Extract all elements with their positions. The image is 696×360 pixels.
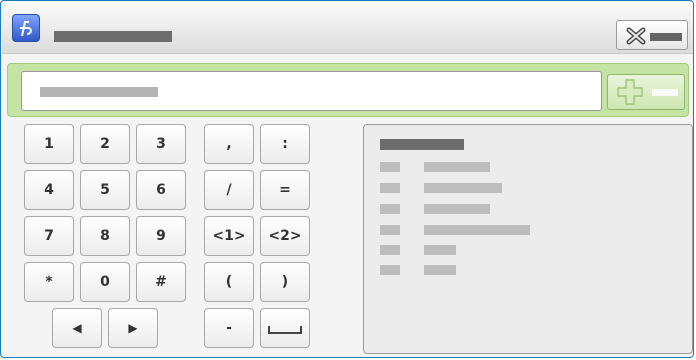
key-label: 4 [44, 182, 54, 198]
key-label: <1> [212, 228, 246, 244]
key-2[interactable]: 2 [80, 124, 130, 164]
info-row-key [380, 225, 400, 235]
key-0[interactable]: 0 [80, 262, 130, 302]
key-line-2[interactable]: <2> [260, 216, 310, 256]
key-label: = [279, 182, 291, 198]
key-comma[interactable]: , [204, 124, 254, 164]
info-row-key [380, 204, 400, 214]
key-label: 8 [100, 228, 110, 244]
key-5[interactable]: 5 [80, 170, 130, 210]
key-label: , [226, 136, 232, 152]
info-row-value [424, 265, 456, 275]
key-slash[interactable]: / [204, 170, 254, 210]
title-bar [2, 2, 693, 54]
key-asterisk[interactable]: * [24, 262, 74, 302]
info-panel-heading [380, 139, 464, 150]
key-hash[interactable]: # [136, 262, 186, 302]
window-title-placeholder [54, 31, 172, 42]
key-label: 9 [156, 228, 166, 244]
cursor-left-button[interactable]: ◀ [52, 308, 102, 348]
close-x-icon [626, 27, 646, 45]
key-label: - [226, 320, 232, 336]
info-row-key [380, 162, 400, 172]
key-label: ( [225, 274, 233, 290]
key-label: <2> [268, 228, 302, 244]
right-arrow-icon: ▶ [128, 321, 138, 335]
info-row-value [424, 245, 456, 255]
key-dash[interactable]: - [204, 308, 254, 348]
key-label: ) [281, 274, 289, 290]
key-1[interactable]: 1 [24, 124, 74, 164]
dialog-window: 1 2 3 4 5 6 7 8 9 * 0 # ◀ ▶ , : / = <1> … [0, 0, 694, 358]
key-9[interactable]: 9 [136, 216, 186, 256]
key-label: 7 [44, 228, 54, 244]
close-label-placeholder [650, 33, 682, 41]
entry-placeholder-bar [40, 87, 158, 97]
info-panel [363, 124, 693, 354]
info-row-value [424, 183, 502, 193]
key-7[interactable]: 7 [24, 216, 74, 256]
key-equals[interactable]: = [260, 170, 310, 210]
key-label: 0 [100, 274, 110, 290]
close-button[interactable] [616, 20, 688, 50]
key-label: 6 [156, 182, 166, 198]
key-label: * [45, 274, 53, 290]
space-bar-icon [268, 326, 302, 334]
key-label: 2 [100, 136, 110, 152]
add-button[interactable] [607, 74, 685, 110]
key-4[interactable]: 4 [24, 170, 74, 210]
cursor-right-button[interactable]: ▶ [108, 308, 158, 348]
info-row-key [380, 183, 400, 193]
left-arrow-icon: ◀ [72, 321, 82, 335]
key-8[interactable]: 8 [80, 216, 130, 256]
info-row-value [424, 225, 530, 235]
key-colon[interactable]: : [260, 124, 310, 164]
key-label: : [282, 136, 288, 152]
key-open-paren[interactable]: ( [204, 262, 254, 302]
info-row-value [424, 204, 490, 214]
key-6[interactable]: 6 [136, 170, 186, 210]
key-label: / [226, 182, 232, 198]
key-label: # [155, 274, 167, 290]
key-line-1[interactable]: <1> [204, 216, 254, 256]
app-logo-icon [12, 14, 40, 42]
entry-field[interactable] [21, 71, 602, 111]
key-label: 3 [156, 136, 166, 152]
plus-icon [617, 79, 643, 105]
info-row-key [380, 245, 400, 255]
key-close-paren[interactable]: ) [260, 262, 310, 302]
key-label: 5 [100, 182, 110, 198]
info-row-key [380, 265, 400, 275]
key-space[interactable] [260, 308, 310, 348]
key-label: 1 [44, 136, 54, 152]
add-label-placeholder [652, 89, 678, 96]
info-row-value [424, 162, 490, 172]
key-3[interactable]: 3 [136, 124, 186, 164]
